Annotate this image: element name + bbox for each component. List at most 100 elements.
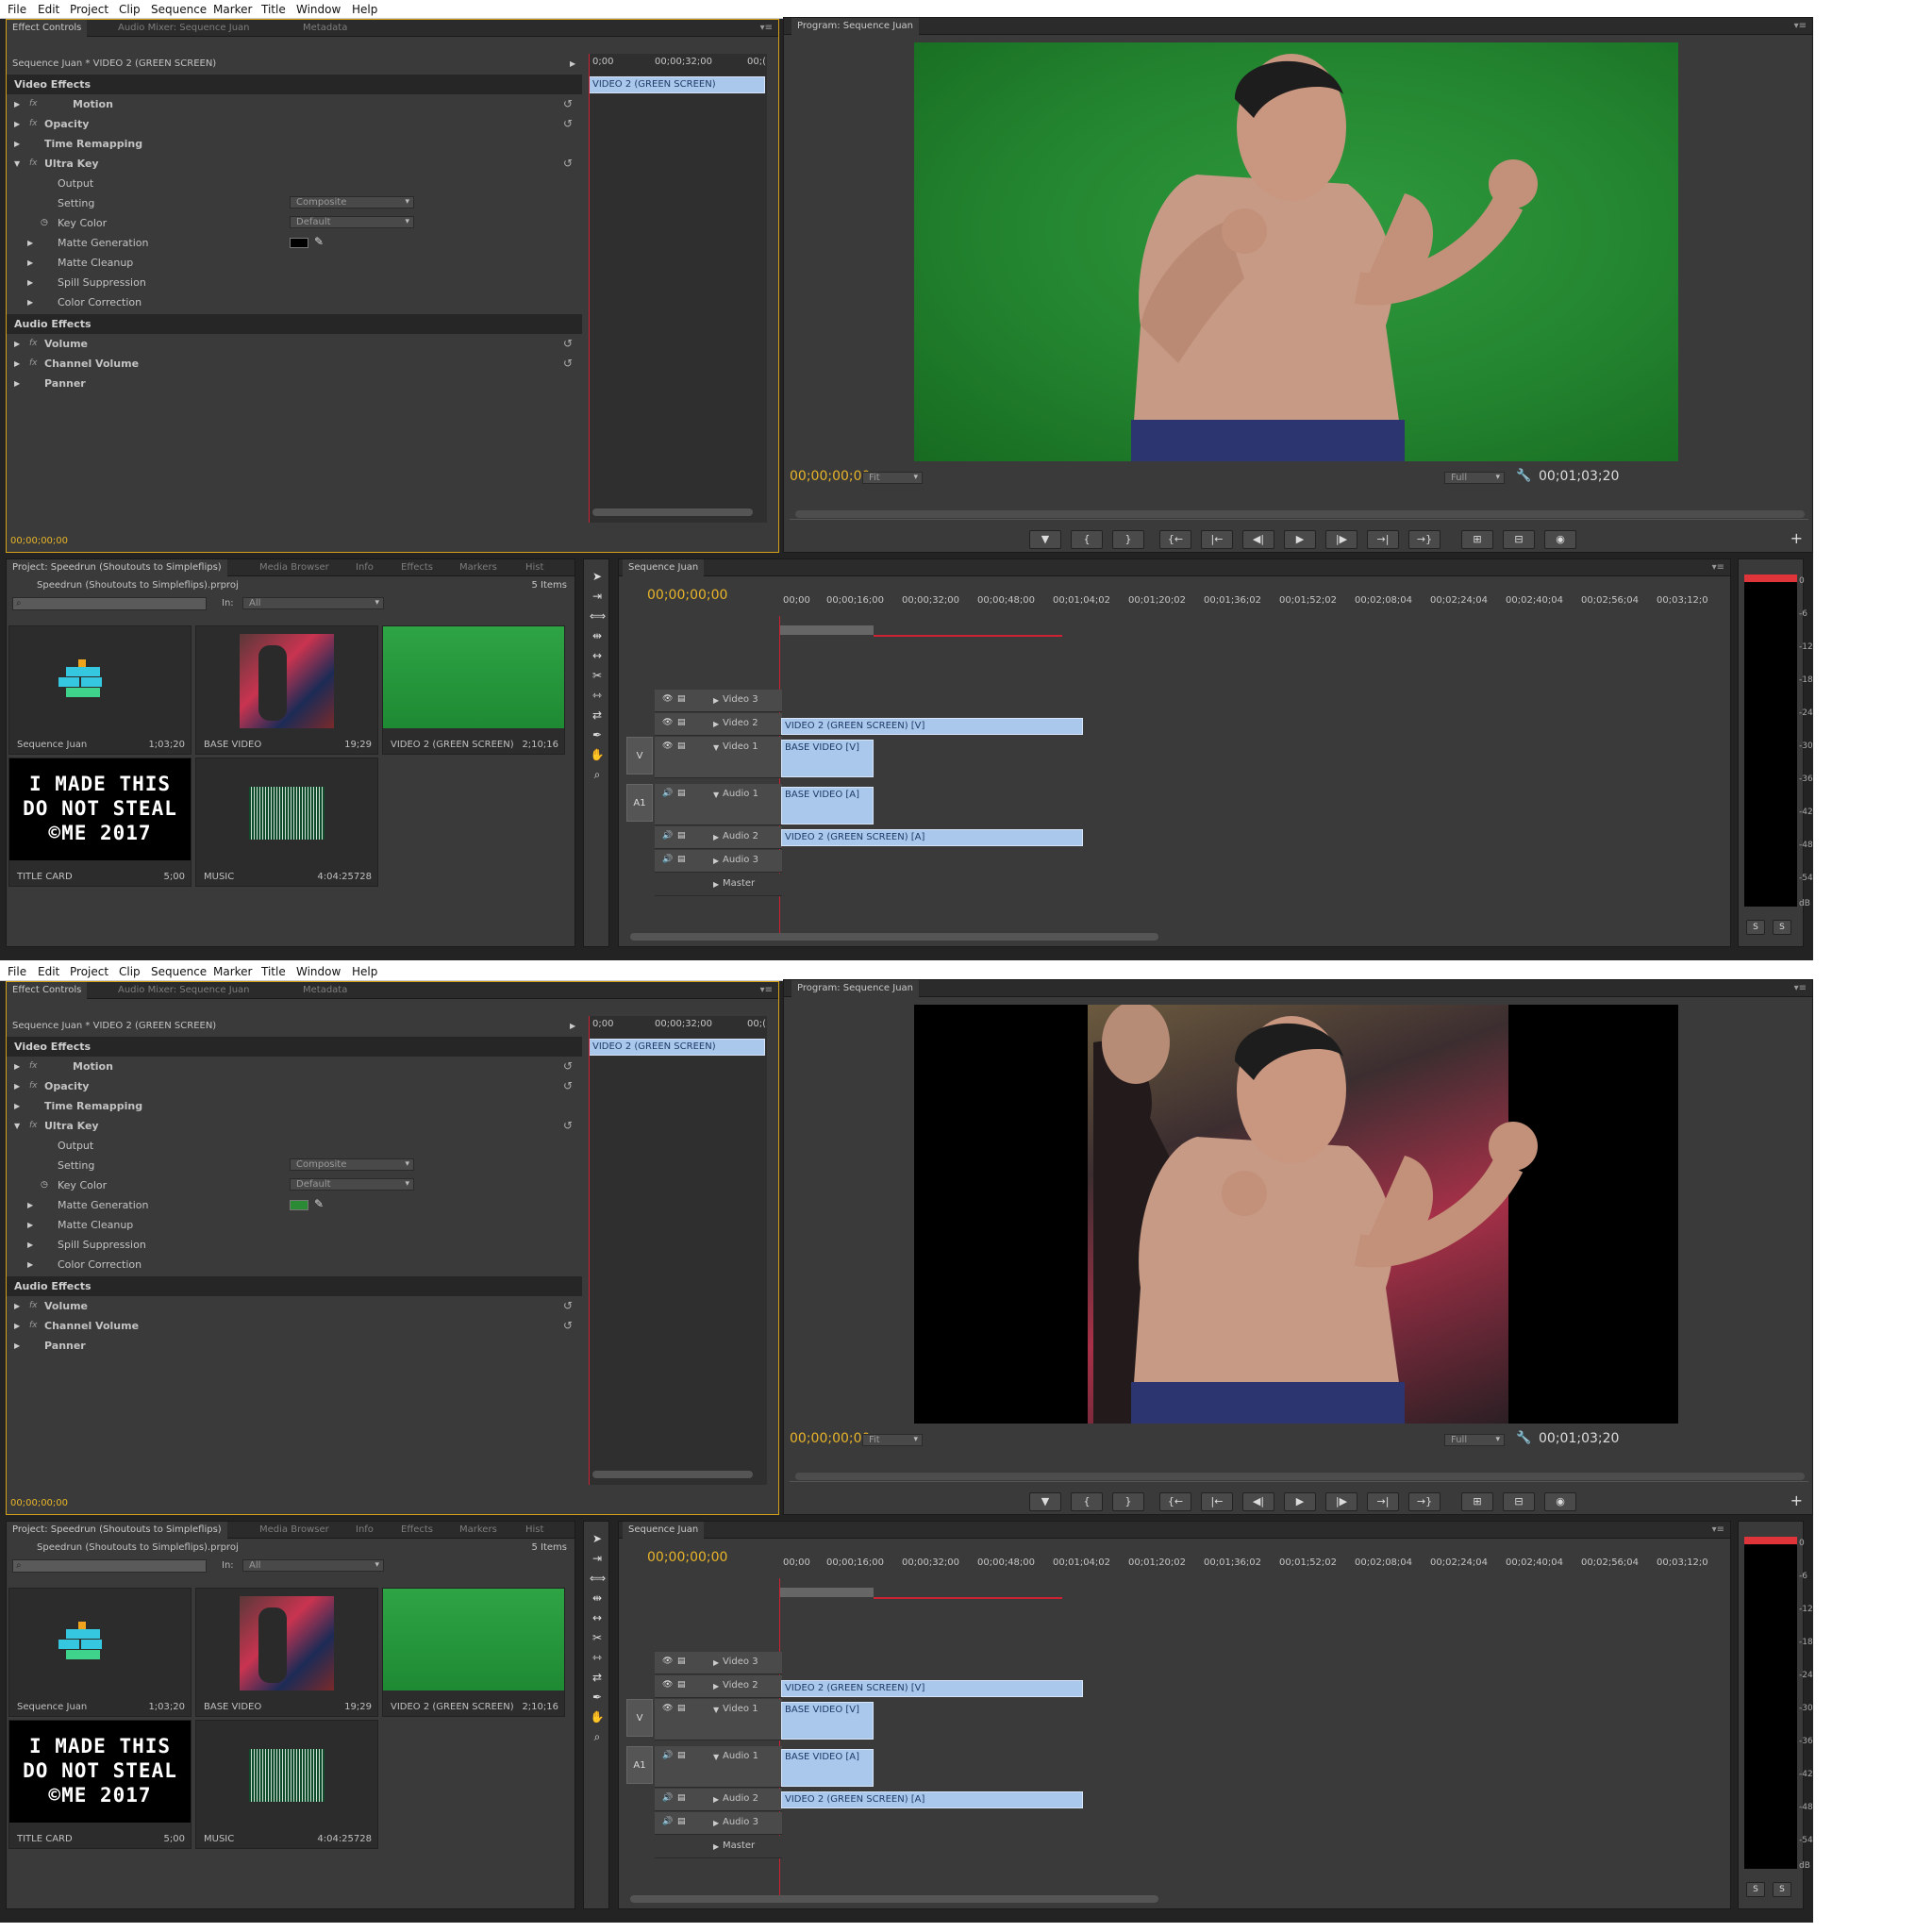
extract-button[interactable]: ⊟	[1503, 1492, 1535, 1511]
project-item-sequence[interactable]: Sequence Juan 1;03;20	[8, 625, 192, 755]
clip-base-video-v[interactable]: BASE VIDEO [V]	[781, 1702, 874, 1740]
effect-channel-volume[interactable]: ▶ fx Channel Volume ↺	[7, 354, 582, 374]
effect-time-remapping[interactable]: ▶ Time Remapping	[7, 1096, 582, 1116]
menu-file[interactable]: File	[8, 3, 26, 16]
fit-dropdown[interactable]: Fit	[862, 1434, 923, 1446]
ripple-edit-tool-icon[interactable]: ⟺	[590, 1571, 606, 1586]
matte-generation-row[interactable]: ▶ Matte Generation	[7, 233, 582, 253]
program-zoom-bar[interactable]	[795, 1473, 1805, 1480]
effect-panner[interactable]: ▶ Panner	[7, 374, 582, 393]
slide-tool-icon[interactable]: ⇄	[590, 708, 605, 723]
track-master[interactable]: ▶ Master	[655, 1836, 782, 1858]
hand-tool-icon[interactable]: ✋	[590, 1709, 605, 1724]
mark-out-button[interactable]: }	[1112, 530, 1144, 549]
ec-clip-bar[interactable]: VIDEO 2 (GREEN SCREEN)	[589, 76, 765, 93]
clip-video2-v[interactable]: VIDEO 2 (GREEN SCREEN) [V]	[781, 1680, 1083, 1697]
project-item-music[interactable]: MUSIC 4:04:25728	[195, 758, 378, 887]
step-back-button[interactable]: ◀|	[1242, 530, 1274, 549]
project-item-title-card[interactable]: I MADE THIS DO NOT STEAL ©ME 2017 TITLE …	[8, 1720, 192, 1849]
effect-volume[interactable]: ▶ fx Volume ↺	[7, 1296, 582, 1316]
track-video-2[interactable]: 👁 ▤ ▶ Video 2	[655, 713, 782, 736]
spill-suppression-row[interactable]: ▶ Spill Suppression	[7, 1235, 582, 1255]
tab-audio-mixer[interactable]: Audio Mixer: Sequence Juan	[112, 20, 256, 37]
clip-base-video-v[interactable]: BASE VIDEO [V]	[781, 740, 874, 777]
panel-menu-icon[interactable]: ▾≡	[760, 23, 773, 33]
video-target-label[interactable]: V	[626, 1699, 653, 1737]
selection-tool-icon[interactable]: ➤	[590, 1531, 605, 1546]
project-search-input[interactable]: ⌕	[12, 1559, 207, 1573]
track-select-tool-icon[interactable]: ⇥	[590, 589, 605, 604]
track-audio-3[interactable]: 🔊 ▤ ▶ Audio 3	[655, 850, 782, 873]
pen-tool-icon[interactable]: ✒	[590, 1690, 605, 1705]
menu-clip[interactable]: Clip	[119, 3, 141, 16]
zoom-tool-icon[interactable]: ⌕	[590, 1729, 605, 1744]
slip-tool-icon[interactable]: ⇿	[590, 688, 605, 703]
program-timecode[interactable]: 00;00;00;00	[790, 1431, 870, 1446]
tab-effects[interactable]: Effects	[395, 1522, 439, 1539]
step-back-edit-button[interactable]: |←	[1201, 530, 1233, 549]
play-button[interactable]: ▶	[1284, 530, 1316, 549]
rolling-edit-tool-icon[interactable]: ⇹	[590, 1591, 605, 1606]
track-video-3[interactable]: 👁 ▤ ▶ Video 3	[655, 1652, 782, 1674]
menu-window[interactable]: Window	[296, 965, 341, 978]
tab-info[interactable]: Info	[350, 559, 379, 576]
step-forward-button[interactable]: |▶	[1325, 1492, 1357, 1511]
step-back-button[interactable]: ◀|	[1242, 1492, 1274, 1511]
menu-window[interactable]: Window	[296, 3, 341, 16]
clip-base-video-a[interactable]: BASE VIDEO [A]	[781, 787, 874, 824]
lift-button[interactable]: ⊞	[1461, 1492, 1493, 1511]
rate-stretch-tool-icon[interactable]: ↔	[590, 1610, 605, 1625]
ec-scrollbar[interactable]	[592, 508, 753, 516]
menu-help[interactable]: Help	[352, 3, 377, 16]
add-marker-button[interactable]: ▼	[1029, 530, 1061, 549]
project-item-sequence[interactable]: Sequence Juan 1;03;20	[8, 1588, 192, 1717]
menu-title[interactable]: Title	[261, 3, 286, 16]
panel-menu-icon[interactable]: ▾≡	[1794, 21, 1807, 31]
project-item-base-video[interactable]: BASE VIDEO 19;29	[195, 625, 378, 755]
effect-time-remapping[interactable]: ▶ Time Remapping	[7, 134, 582, 154]
menu-project[interactable]: Project	[70, 3, 108, 16]
effect-opacity[interactable]: ▶ fx Opacity ↺	[7, 114, 582, 134]
color-correction-row[interactable]: ▶ Color Correction	[7, 292, 582, 312]
spill-suppression-row[interactable]: ▶ Spill Suppression	[7, 273, 582, 292]
add-marker-button[interactable]: ▼	[1029, 1492, 1061, 1511]
track-audio-1[interactable]: 🔊 ▤ ▼ Audio 1	[655, 1746, 782, 1788]
menu-clip[interactable]: Clip	[119, 965, 141, 978]
export-frame-button[interactable]: ◉	[1544, 530, 1576, 549]
tab-project[interactable]: Project: Speedrun (Shoutouts to Simplefl…	[7, 1522, 227, 1539]
tab-project[interactable]: Project: Speedrun (Shoutouts to Simplefl…	[7, 559, 227, 576]
ec-scrollbar[interactable]	[592, 1471, 753, 1478]
track-video-1[interactable]: 👁 ▤ ▼ Video 1	[655, 737, 782, 778]
menu-sequence[interactable]: Sequence	[151, 3, 207, 16]
video-target-label[interactable]: V	[626, 737, 653, 774]
slide-tool-icon[interactable]: ⇄	[590, 1670, 605, 1685]
effect-motion[interactable]: ▶ fx Motion ↺	[7, 94, 582, 114]
play-button[interactable]: ▶	[1284, 1492, 1316, 1511]
menu-project[interactable]: Project	[70, 965, 108, 978]
clip-video2-v[interactable]: VIDEO 2 (GREEN SCREEN) [V]	[781, 718, 1083, 735]
in-dropdown[interactable]: All	[242, 597, 384, 609]
tab-effect-controls[interactable]: Effect Controls	[7, 982, 88, 999]
panel-menu-icon[interactable]: ▾≡	[1712, 562, 1724, 573]
step-forward-edit-button[interactable]: →|	[1367, 530, 1399, 549]
menu-help[interactable]: Help	[352, 965, 377, 978]
timeline-scrollbar[interactable]	[630, 1895, 1158, 1903]
add-button-icon[interactable]: +	[1790, 1491, 1803, 1509]
ec-clip-bar[interactable]: VIDEO 2 (GREEN SCREEN)	[589, 1039, 765, 1056]
razor-tool-icon[interactable]: ✂	[590, 1630, 605, 1645]
go-to-out-button[interactable]: →}	[1408, 530, 1441, 549]
slip-tool-icon[interactable]: ⇿	[590, 1650, 605, 1665]
program-timecode[interactable]: 00;00;00;00	[790, 469, 870, 484]
tab-media-browser[interactable]: Media Browser	[254, 1522, 335, 1539]
mark-out-button[interactable]: }	[1112, 1492, 1144, 1511]
mark-in-button[interactable]: {	[1071, 530, 1103, 549]
solo-left-button[interactable]: S	[1746, 920, 1765, 935]
track-video-3[interactable]: 👁 ▤ ▶ Video 3	[655, 690, 782, 712]
tab-audio-mixer[interactable]: Audio Mixer: Sequence Juan	[112, 982, 256, 999]
effect-motion[interactable]: ▶ fx Motion ↺	[7, 1057, 582, 1076]
tab-sequence-juan[interactable]: Sequence Juan	[623, 1522, 705, 1539]
selection-tool-icon[interactable]: ➤	[590, 569, 605, 584]
ripple-edit-tool-icon[interactable]: ⟺	[590, 608, 606, 624]
effect-ultra-key[interactable]: ▼ fx Ultra Key ↺	[7, 1116, 582, 1136]
ec-expand-icon[interactable]: ▶	[570, 59, 575, 68]
